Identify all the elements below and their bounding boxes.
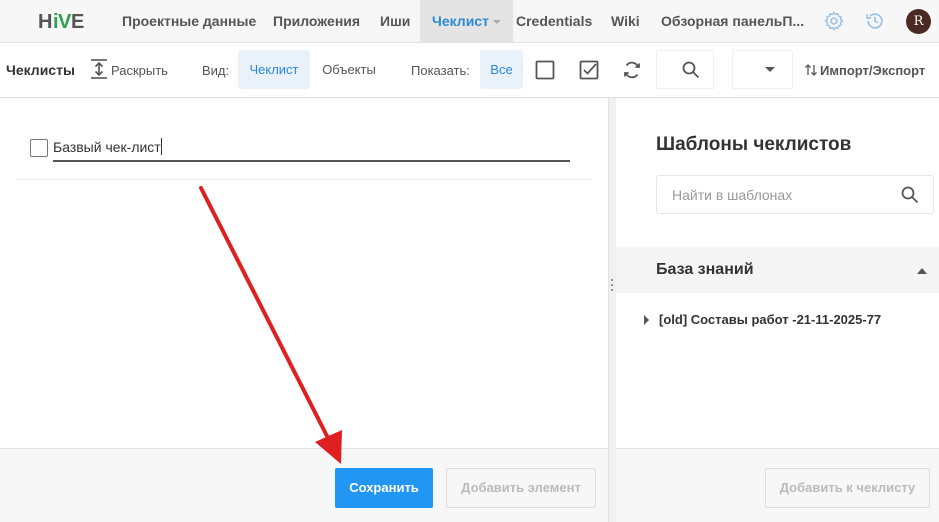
save-button[interactable]: Сохранить xyxy=(335,468,433,508)
drag-handle-icon[interactable] xyxy=(611,279,613,291)
view-checklist-button[interactable]: Чеклист xyxy=(238,50,310,89)
template-tree-item[interactable]: [old] Составы работ -21-11-2025-77 xyxy=(644,312,881,327)
history-icon[interactable] xyxy=(864,10,886,32)
search-icon xyxy=(901,186,919,204)
add-to-checklist-button[interactable]: Добавить к чеклисту xyxy=(765,468,930,508)
templates-title: Шаблоны чеклистов xyxy=(656,134,852,155)
pane-splitter[interactable] xyxy=(608,98,616,522)
add-item-button[interactable]: Добавить элемент xyxy=(446,468,596,508)
expand-icon[interactable] xyxy=(88,58,110,80)
chevron-down-icon xyxy=(492,20,501,25)
import-export-button[interactable]: Импорт/Экспорт xyxy=(820,63,925,78)
svg-text:E: E xyxy=(71,11,84,33)
nav-item-checklist[interactable]: Чеклист xyxy=(420,0,513,43)
refresh-icon[interactable] xyxy=(621,59,643,81)
nav-item-dashboard[interactable]: Обзорная панельП... xyxy=(661,0,804,43)
search-input[interactable] xyxy=(656,50,714,89)
expand-button[interactable]: Раскрыть xyxy=(111,63,168,78)
nav-item-applications[interactable]: Приложения xyxy=(273,0,360,43)
avatar[interactable]: R xyxy=(906,9,931,34)
checklist-item: Базвый чек-лист xyxy=(16,126,591,180)
gear-icon[interactable] xyxy=(823,10,845,32)
nav-item-credentials[interactable]: Credentials xyxy=(516,0,592,43)
svg-text:V: V xyxy=(58,11,72,33)
filter-select[interactable] xyxy=(732,50,793,89)
top-navigation: H i V E Проектные данные Приложения Иши … xyxy=(0,0,939,43)
page-title: Чеклисты xyxy=(6,62,75,78)
text-cursor xyxy=(160,138,162,155)
nav-item-wiki[interactable]: Wiki xyxy=(611,0,640,43)
nav-item-issues[interactable]: Иши xyxy=(380,0,410,43)
show-label: Показать: xyxy=(411,63,470,78)
knowledge-base-section-header[interactable]: База знаний xyxy=(616,247,939,293)
show-all-button[interactable]: Все xyxy=(480,50,523,89)
chevron-down-icon xyxy=(765,67,775,72)
svg-text:H: H xyxy=(38,11,52,33)
hive-logo[interactable]: H i V E xyxy=(38,9,84,33)
view-label: Вид: xyxy=(202,63,230,78)
chevron-up-icon[interactable] xyxy=(917,268,927,274)
sort-arrows-icon xyxy=(805,64,817,76)
checklist-item-input[interactable]: Базвый чек-лист xyxy=(53,136,570,162)
nav-item-project-data[interactable]: Проектные данные xyxy=(122,0,256,43)
chevron-right-icon[interactable] xyxy=(644,315,649,325)
search-icon xyxy=(682,61,700,79)
templates-search-input[interactable]: Найти в шаблонах xyxy=(656,175,934,214)
checklist-toolbar: Чеклисты Раскрыть Вид: Чеклист Объекты П… xyxy=(0,43,939,98)
show-checked-icon[interactable] xyxy=(578,59,600,81)
view-objects-button[interactable]: Объекты xyxy=(312,50,386,89)
checklist-item-checkbox[interactable] xyxy=(30,139,48,157)
show-unchecked-icon[interactable] xyxy=(534,59,556,81)
